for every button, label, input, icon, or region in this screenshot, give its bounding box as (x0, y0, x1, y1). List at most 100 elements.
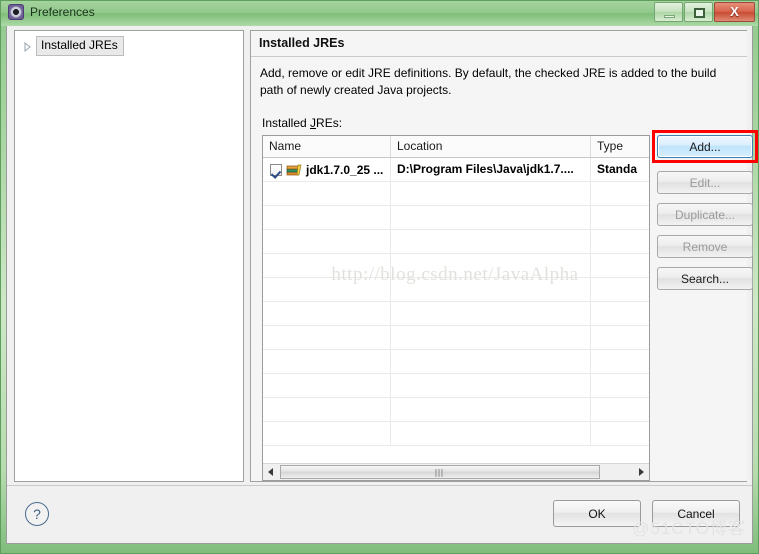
table-row-empty[interactable] (263, 254, 649, 278)
dialog-client-area: Installed JREs Installed JREs Add, remov… (6, 26, 758, 544)
cell-type (591, 350, 649, 373)
table-row-empty[interactable] (263, 350, 649, 374)
table-row-empty[interactable] (263, 374, 649, 398)
scroll-right-glyph (639, 468, 644, 476)
restore-icon (694, 8, 705, 18)
cell-name (263, 182, 391, 205)
cell-type[interactable]: Standa (591, 158, 649, 181)
cell-name (263, 254, 391, 277)
sidebar-item-installed-jres[interactable]: Installed JREs (21, 36, 124, 56)
cell-type (591, 254, 649, 277)
table-row-empty[interactable] (263, 230, 649, 254)
table-row-empty[interactable] (263, 278, 649, 302)
cell-name (263, 398, 391, 421)
maximize-button[interactable] (684, 2, 713, 22)
cell-location (391, 398, 591, 421)
page-description: Add, remove or edit JRE definitions. By … (260, 66, 717, 97)
cell-name (263, 422, 391, 445)
jre-books-icon (286, 163, 302, 177)
minimize-button[interactable] (654, 2, 683, 22)
cell-type (591, 326, 649, 349)
cell-location (391, 254, 591, 277)
edit-button-label: Edit... (689, 175, 721, 190)
cell-location (391, 182, 591, 205)
window-controls: X (654, 2, 755, 22)
cell-type (591, 422, 649, 445)
cell-name (263, 350, 391, 373)
search-button-label: Search... (680, 271, 730, 286)
cell-location (391, 278, 591, 301)
table-header-row: Name Location Type (263, 136, 649, 158)
column-header-type[interactable]: Type (591, 136, 649, 157)
cell-location (391, 374, 591, 397)
preferences-gear-icon (8, 4, 24, 20)
cell-type (591, 206, 649, 229)
cell-name (263, 374, 391, 397)
chevron-right-glyph (24, 41, 31, 52)
cell-type (591, 230, 649, 253)
sidebar-item-label: Installed JREs (36, 36, 124, 56)
cancel-button-label: Cancel (677, 506, 715, 521)
remove-button[interactable]: Remove (657, 235, 753, 258)
label-suffix: REs: (316, 116, 343, 130)
help-glyph: ? (33, 506, 41, 522)
table-row[interactable]: jdk1.7.0_25 ... D:\Program Files\Java\jd… (263, 158, 649, 182)
table-row-empty[interactable] (263, 398, 649, 422)
table-row-empty[interactable] (263, 326, 649, 350)
cell-location (391, 326, 591, 349)
cancel-button[interactable]: Cancel (652, 500, 740, 527)
table-row-empty[interactable] (263, 422, 649, 446)
minimize-icon (664, 15, 675, 18)
duplicate-button-label: Duplicate... (674, 207, 736, 222)
cell-type (591, 302, 649, 325)
table-row-empty[interactable] (263, 302, 649, 326)
ok-button[interactable]: OK (553, 500, 641, 527)
installed-jres-table[interactable]: Name Location Type jdk1.7.0_25 ... D:\Pr… (262, 135, 650, 481)
scroll-thumb-grip (435, 469, 445, 477)
cell-location (391, 230, 591, 253)
cell-name (263, 206, 391, 229)
jre-books-glyph (286, 164, 302, 175)
cell-name (263, 326, 391, 349)
close-button[interactable]: X (714, 2, 755, 22)
page-title: Installed JREs (259, 36, 345, 50)
cell-type (591, 374, 649, 397)
scroll-left-icon[interactable] (263, 464, 279, 480)
table-row-empty[interactable] (263, 182, 649, 206)
preferences-tree[interactable]: Installed JREs (14, 30, 244, 482)
title-bar-left: Preferences (8, 4, 95, 20)
cell-location (391, 302, 591, 325)
cell-type (591, 398, 649, 421)
content-panel: Installed JREs Add, remove or edit JRE d… (250, 30, 758, 482)
cell-location[interactable]: D:\Program Files\Java\jdk1.7.... (391, 158, 591, 181)
scroll-thumb[interactable] (280, 465, 600, 479)
close-icon: X (730, 4, 739, 19)
chevron-right-icon[interactable] (21, 40, 34, 53)
table-row-empty[interactable] (263, 206, 649, 230)
column-header-name[interactable]: Name (263, 136, 391, 157)
cell-type (591, 278, 649, 301)
dialog-button-bar: ? OK Cancel @51CTO博客 (7, 485, 752, 543)
help-icon[interactable]: ? (25, 502, 49, 526)
scroll-left-glyph (268, 468, 273, 476)
column-header-location[interactable]: Location (391, 136, 591, 157)
content-header: Installed JREs (251, 31, 747, 57)
horizontal-scrollbar[interactable] (263, 463, 649, 480)
cell-name-text: jdk1.7.0_25 ... (306, 162, 384, 177)
ok-button-label: OK (588, 506, 606, 521)
edit-button[interactable]: Edit... (657, 171, 753, 194)
add-button-label: Add... (689, 139, 721, 154)
cell-location (391, 350, 591, 373)
search-button[interactable]: Search... (657, 267, 753, 290)
row-checkbox[interactable] (270, 163, 282, 176)
scroll-right-icon[interactable] (633, 464, 649, 480)
installed-jres-label: Installed JREs: (262, 116, 342, 130)
duplicate-button[interactable]: Duplicate... (657, 203, 753, 226)
cell-location (391, 206, 591, 229)
title-bar: Preferences X (0, 0, 759, 26)
cell-name (263, 278, 391, 301)
cell-name (263, 230, 391, 253)
cell-name[interactable]: jdk1.7.0_25 ... (263, 158, 391, 181)
preferences-window: Preferences X Installed JREs Installed J… (0, 0, 759, 554)
add-button[interactable]: Add... (657, 135, 753, 158)
